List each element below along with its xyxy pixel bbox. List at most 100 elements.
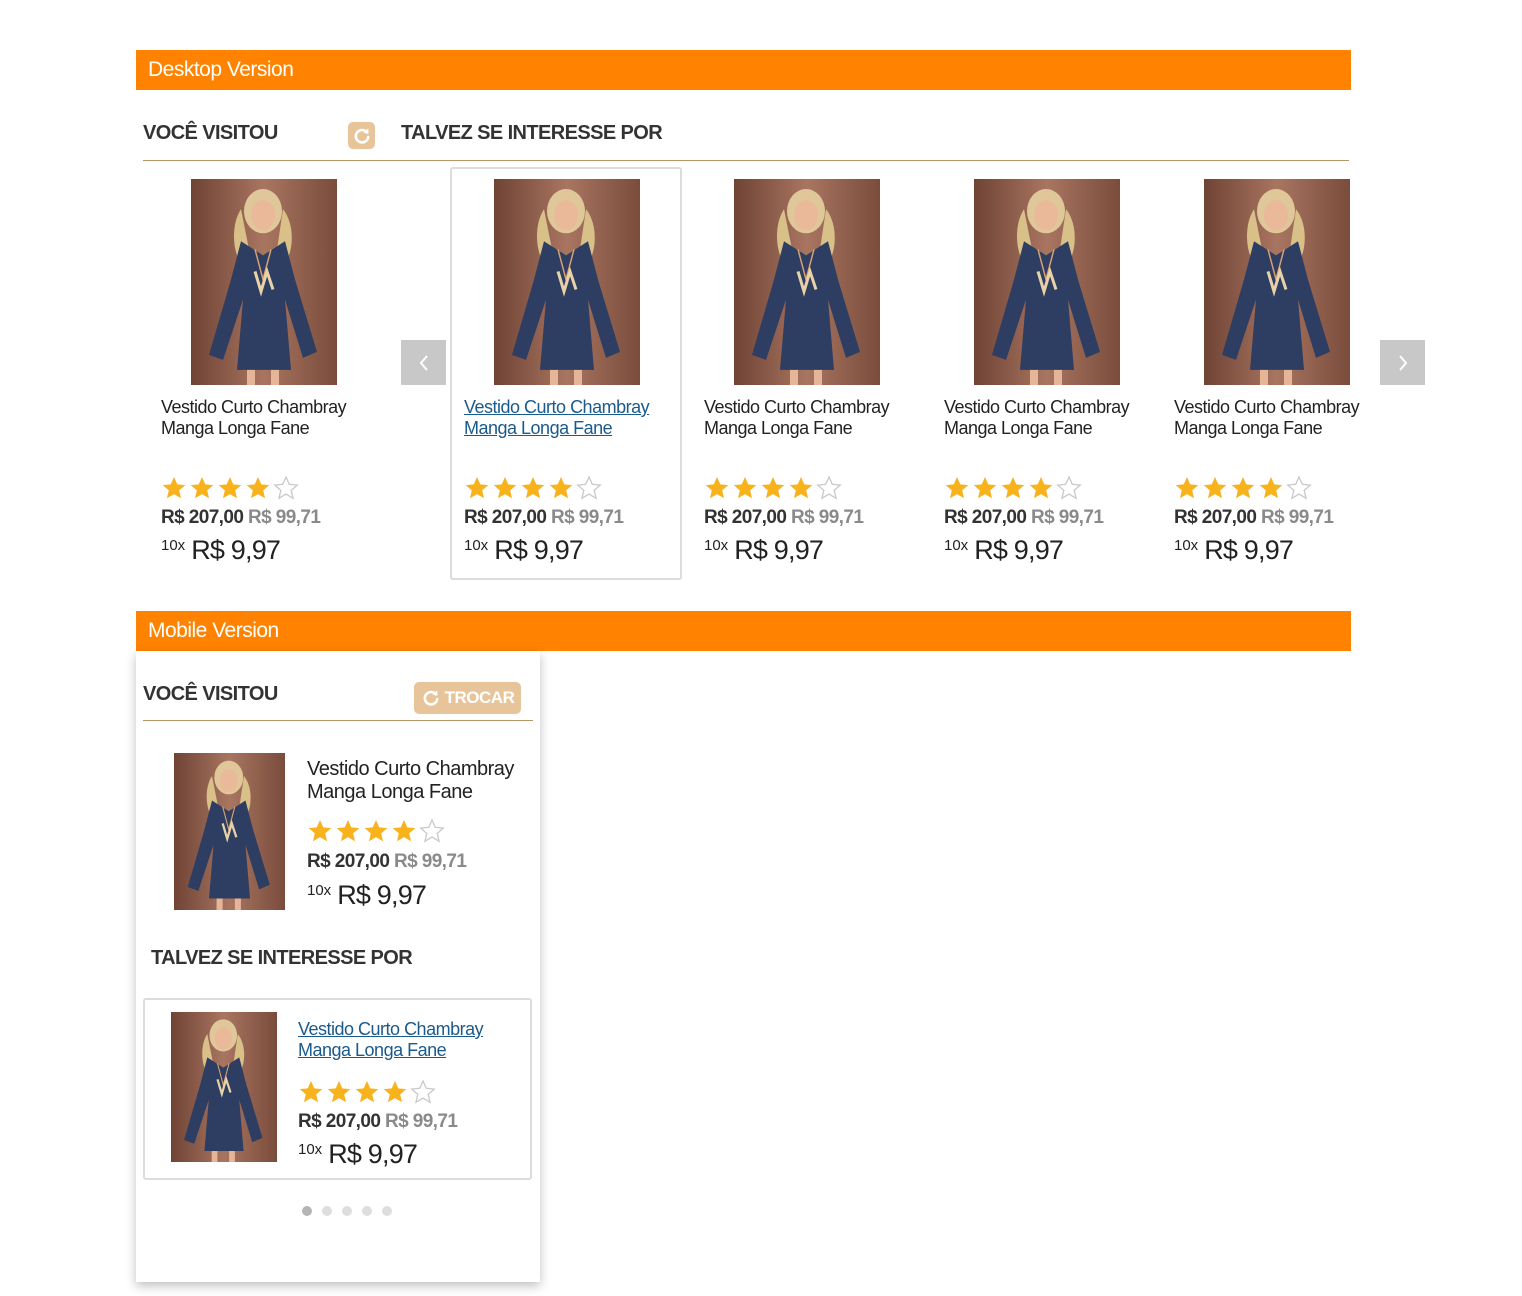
price-original: R$ 207,00 bbox=[704, 507, 787, 528]
star-filled-icon bbox=[327, 1080, 351, 1103]
product-name-line1: Vestido Curto Chambray bbox=[298, 1019, 484, 1039]
installment-count: 10x bbox=[944, 537, 969, 554]
dress-photo-art bbox=[1204, 179, 1350, 385]
product-installments: 10x R$ 9,97 bbox=[464, 535, 584, 566]
star-filled-icon bbox=[789, 476, 813, 499]
product-name-line1: Vestido Curto Chambray bbox=[944, 397, 1130, 417]
installment-value: R$ 9,97 bbox=[328, 1139, 418, 1169]
refresh-icon bbox=[354, 127, 369, 144]
product-name-line2: Manga Longa Fane bbox=[464, 418, 613, 438]
star-filled-icon bbox=[1001, 476, 1025, 499]
dress-photo-art bbox=[734, 179, 880, 385]
product-image[interactable] bbox=[494, 179, 640, 385]
mobile-suggest-heading: TALVEZ SE INTERESSE POR bbox=[151, 947, 413, 969]
star-filled-icon bbox=[549, 476, 573, 499]
product-image[interactable] bbox=[734, 179, 880, 385]
product-name-line2: Manga Longa Fane bbox=[307, 781, 473, 803]
product-name-link[interactable]: Vestido Curto Chambray Manga Longa Fane bbox=[464, 397, 650, 439]
star-rating bbox=[1174, 475, 1312, 501]
dress-photo-art bbox=[174, 753, 285, 910]
product-installments: 10x R$ 9,97 bbox=[161, 535, 281, 566]
installment-count: 10x bbox=[298, 1141, 323, 1158]
star-filled-icon bbox=[733, 476, 757, 499]
chevron-left-icon bbox=[419, 354, 428, 371]
price-sale: R$ 99,71 bbox=[393, 851, 467, 872]
price-sale: R$ 99,71 bbox=[790, 507, 864, 528]
carousel-next-button[interactable] bbox=[1380, 340, 1425, 385]
installment-value: R$ 9,97 bbox=[191, 535, 281, 565]
product-image[interactable] bbox=[1204, 179, 1350, 385]
product-image[interactable] bbox=[171, 1012, 277, 1162]
price-original: R$ 207,00 bbox=[161, 507, 244, 528]
star-filled-icon bbox=[1175, 476, 1199, 499]
carousel-dot[interactable] bbox=[362, 1206, 372, 1216]
product-image[interactable] bbox=[974, 179, 1120, 385]
product-image[interactable] bbox=[191, 179, 337, 385]
product-name-link[interactable]: Vestido Curto Chambray Manga Longa Fane bbox=[1174, 397, 1360, 439]
installment-value: R$ 9,97 bbox=[337, 880, 427, 910]
star-filled-icon bbox=[761, 476, 785, 499]
star-empty-icon bbox=[816, 475, 842, 500]
price-original: R$ 207,00 bbox=[1174, 507, 1257, 528]
star-rating bbox=[944, 475, 1082, 501]
product-price: R$ 207,00 R$ 99,71 bbox=[464, 507, 624, 529]
trocar-button[interactable]: TROCAR bbox=[414, 682, 521, 714]
product-installments: 10x R$ 9,97 bbox=[944, 535, 1064, 566]
star-filled-icon bbox=[1203, 476, 1227, 499]
product-price: R$ 207,00 R$ 99,71 bbox=[298, 1111, 458, 1133]
star-filled-icon bbox=[705, 476, 729, 499]
carousel-dot[interactable] bbox=[322, 1206, 332, 1216]
product-installments: 10x R$ 9,97 bbox=[307, 880, 427, 911]
product-image[interactable] bbox=[174, 753, 285, 910]
product-name-line2: Manga Longa Fane bbox=[1174, 418, 1323, 438]
star-rating bbox=[161, 475, 299, 501]
visited-heading: VOCÊ VISITOU bbox=[143, 122, 278, 144]
star-filled-icon bbox=[190, 476, 214, 499]
installment-count: 10x bbox=[704, 537, 729, 554]
price-original: R$ 207,00 bbox=[944, 507, 1027, 528]
star-filled-icon bbox=[299, 1080, 323, 1103]
product-installments: 10x R$ 9,97 bbox=[1174, 535, 1294, 566]
carousel-prev-button[interactable] bbox=[401, 340, 446, 385]
price-sale: R$ 99,71 bbox=[384, 1111, 458, 1132]
star-filled-icon bbox=[355, 1080, 379, 1103]
star-filled-icon bbox=[945, 476, 969, 499]
product-name-line2: Manga Longa Fane bbox=[944, 418, 1093, 438]
star-filled-icon bbox=[1029, 476, 1053, 499]
star-rating bbox=[307, 818, 445, 844]
star-empty-icon bbox=[410, 1079, 436, 1104]
installment-count: 10x bbox=[1174, 537, 1199, 554]
price-sale: R$ 99,71 bbox=[247, 507, 321, 528]
installment-value: R$ 9,97 bbox=[974, 535, 1064, 565]
installment-value: R$ 9,97 bbox=[734, 535, 824, 565]
star-rating bbox=[464, 475, 602, 501]
product-name-link[interactable]: Vestido Curto Chambray Manga Longa Fane bbox=[704, 397, 890, 439]
star-filled-icon bbox=[383, 1080, 407, 1103]
star-filled-icon bbox=[1231, 476, 1255, 499]
product-price: R$ 207,00 R$ 99,71 bbox=[307, 851, 467, 873]
installment-count: 10x bbox=[307, 882, 332, 899]
refresh-button[interactable] bbox=[348, 122, 375, 149]
product-name-line1: Vestido Curto Chambray bbox=[704, 397, 890, 417]
price-original: R$ 207,00 bbox=[298, 1111, 381, 1132]
product-name-line1: Vestido Curto Chambray bbox=[307, 758, 514, 780]
product-name-link[interactable]: Vestido Curto Chambray Manga Longa Fane bbox=[298, 1019, 484, 1061]
product-price: R$ 207,00 R$ 99,71 bbox=[704, 507, 864, 529]
star-rating bbox=[704, 475, 842, 501]
carousel-dot[interactable] bbox=[302, 1206, 312, 1216]
product-name-link[interactable]: Vestido Curto Chambray Manga Longa Fane bbox=[307, 758, 514, 804]
installment-count: 10x bbox=[464, 537, 489, 554]
product-installments: 10x R$ 9,97 bbox=[298, 1139, 418, 1170]
star-empty-icon bbox=[1056, 475, 1082, 500]
product-name-line2: Manga Longa Fane bbox=[704, 418, 853, 438]
price-sale: R$ 99,71 bbox=[550, 507, 624, 528]
dress-photo-art bbox=[974, 179, 1120, 385]
product-name-link[interactable]: Vestido Curto Chambray Manga Longa Fane bbox=[944, 397, 1130, 439]
star-filled-icon bbox=[218, 476, 242, 499]
price-original: R$ 207,00 bbox=[307, 851, 390, 872]
carousel-dot[interactable] bbox=[342, 1206, 352, 1216]
product-name-link[interactable]: Vestido Curto Chambray Manga Longa Fane bbox=[161, 397, 347, 439]
star-filled-icon bbox=[308, 819, 332, 842]
refresh-icon bbox=[423, 690, 439, 706]
carousel-dot[interactable] bbox=[382, 1206, 392, 1216]
